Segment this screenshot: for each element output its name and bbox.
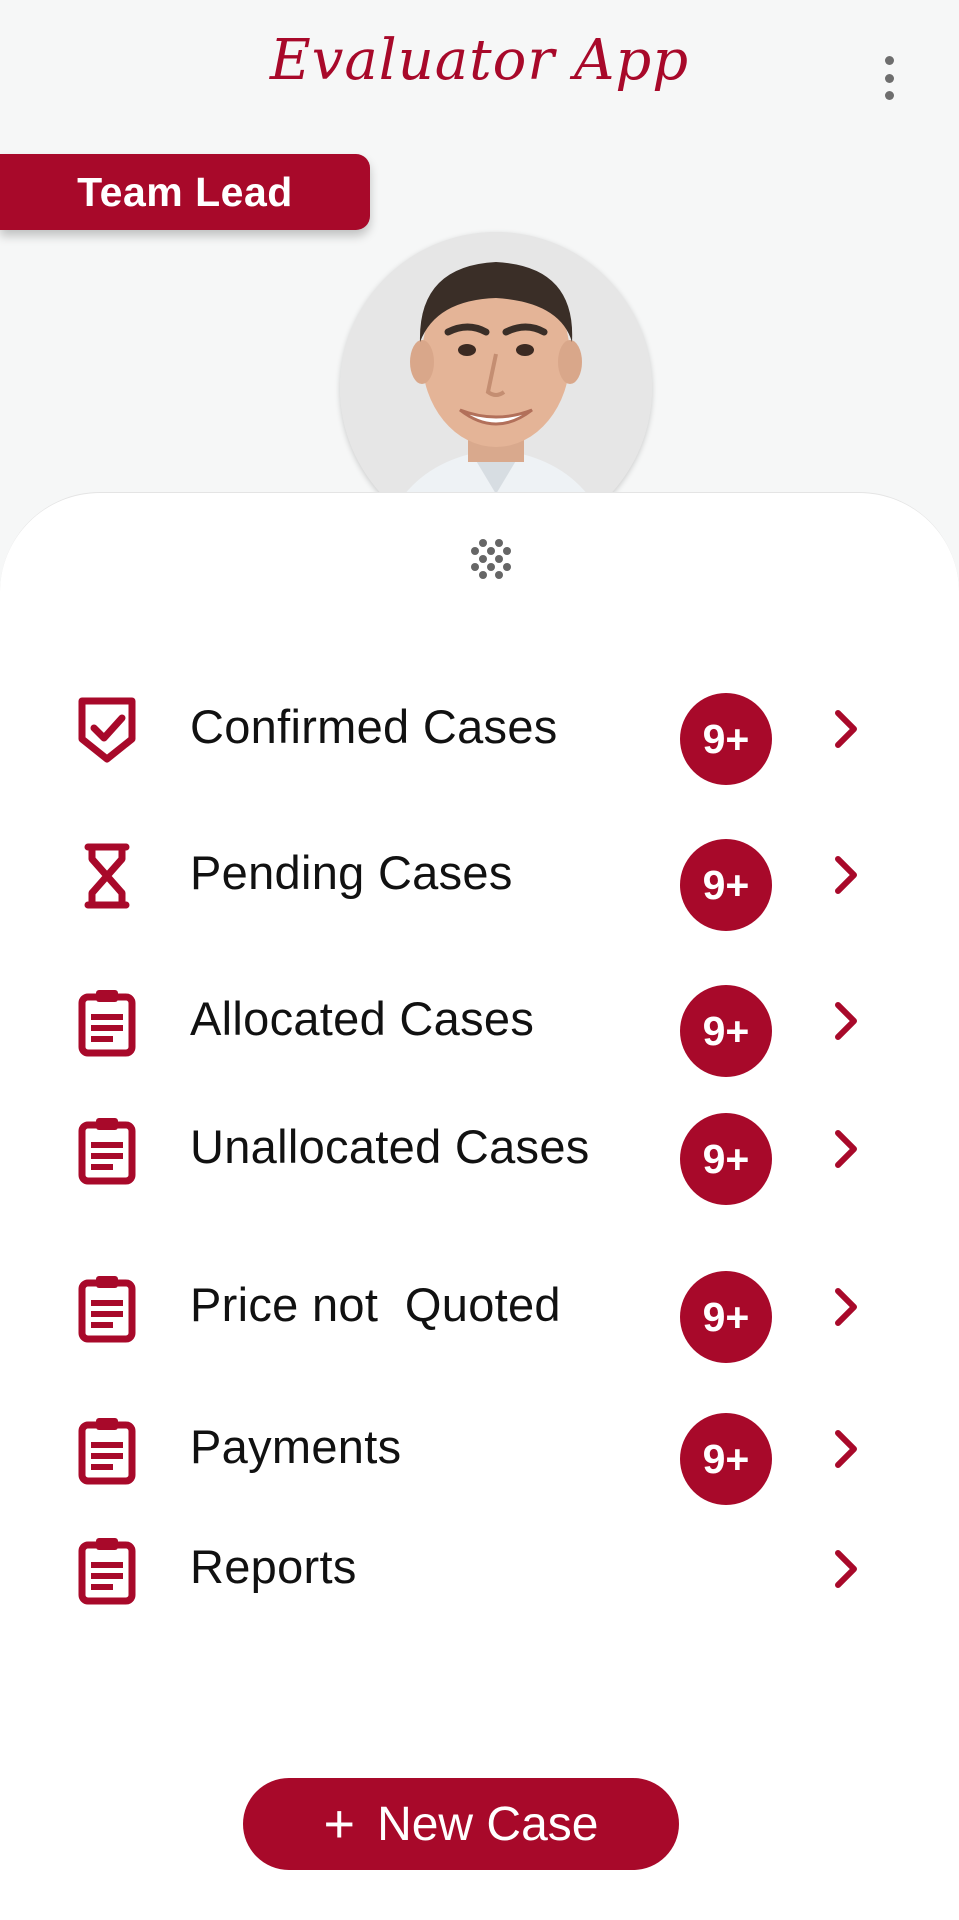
app-title: Evaluator App <box>269 28 690 93</box>
menu-item-allocated-cases[interactable]: Allocated Cases 9+ <box>0 969 959 1077</box>
clipboard-icon <box>78 1538 136 1605</box>
count-badge: 9+ <box>680 1113 772 1205</box>
plus-icon: + <box>323 1794 356 1854</box>
clipboard-icon <box>78 1118 136 1185</box>
menu-item-confirmed-cases[interactable]: Confirmed Cases 9+ <box>0 677 959 785</box>
menu-item-label: Payments <box>190 1420 402 1473</box>
chevron-right-icon <box>835 710 857 748</box>
menu-item-label: Confirmed Cases <box>190 700 558 753</box>
app-screen: Evaluator App Team Lead Confirmed Cases … <box>0 0 959 1920</box>
chevron-right-icon <box>835 856 857 894</box>
clipboard-icon <box>78 990 136 1057</box>
dot <box>884 91 894 100</box>
count-badge: 9+ <box>680 985 772 1077</box>
menu-item-label: Reports <box>190 1540 357 1593</box>
more-options-icon[interactable] <box>879 56 899 100</box>
dot <box>884 73 894 83</box>
count-badge: 9+ <box>680 693 772 785</box>
chevron-right-icon <box>835 1550 857 1588</box>
clipboard-icon <box>78 1418 136 1485</box>
menu-item-reports[interactable]: Reports <box>0 1517 959 1617</box>
menu-item-pending-cases[interactable]: Pending Cases 9+ <box>0 823 959 931</box>
chevron-right-icon <box>835 1130 857 1168</box>
drag-handle-icon[interactable] <box>469 537 513 581</box>
chevron-right-icon <box>835 1430 857 1468</box>
hourglass-icon <box>84 843 130 909</box>
menu-item-price-not-quoted[interactable]: Price not Quoted 9+ <box>0 1255 959 1363</box>
shield-check-icon <box>78 697 136 763</box>
chevron-right-icon <box>835 1288 857 1326</box>
menu-item-label: Unallocated Cases <box>190 1120 590 1173</box>
menu-item-payments[interactable]: Payments 9+ <box>0 1397 959 1505</box>
count-badge: 9+ <box>680 839 772 931</box>
new-case-label: New Case <box>377 1797 599 1851</box>
menu-item-label: Allocated Cases <box>190 992 535 1045</box>
menu-sheet: Confirmed Cases 9+ Pending Cases 9+ Allo… <box>0 492 959 1920</box>
chevron-right-icon <box>835 1002 857 1040</box>
menu-item-label: Price not Quoted <box>190 1278 561 1331</box>
menu-item-unallocated-cases[interactable]: Unallocated Cases 9+ <box>0 1097 959 1205</box>
count-badge: 9+ <box>680 1271 772 1363</box>
new-case-button[interactable]: + New Case <box>243 1778 679 1870</box>
menu-item-label: Pending Cases <box>190 846 513 899</box>
count-badge: 9+ <box>680 1413 772 1505</box>
dot <box>884 56 894 65</box>
clipboard-icon <box>78 1276 136 1343</box>
role-badge: Team Lead <box>0 154 370 230</box>
